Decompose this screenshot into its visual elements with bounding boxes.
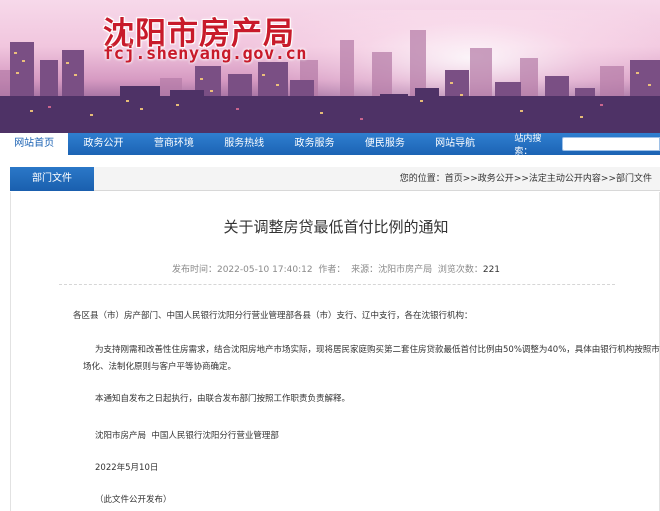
- author-label: 作者：: [318, 265, 346, 275]
- section-tab-department-documents[interactable]: 部门文件: [10, 167, 94, 191]
- nav-item-government-services[interactable]: 政务服务: [279, 133, 349, 155]
- article-paragraph-addressees: 各区县（市）房产部门、中国人民银行沈阳分行营业管理部各县（市）支行、辽中支行，各…: [73, 311, 473, 321]
- breadcrumb: 您的位置：首页>>政务公开>>法定主动公开内容>>部门文件: [400, 167, 652, 191]
- site-banner: 沈阳市房产局 fcj.shenyang.gov.cn: [0, 0, 660, 133]
- source-label: 来源：: [351, 265, 379, 275]
- views-label: 浏览次数：: [437, 265, 483, 275]
- source: 沈阳市房产局: [378, 265, 433, 275]
- site-url: fcj.shenyang.gov.cn: [103, 44, 307, 64]
- breadcrumb-prefix: 您的位置：: [399, 174, 445, 184]
- article-paragraph-effective: 本通知自发布之日起执行，由联合发布部门按照工作职责负责解释。: [95, 394, 351, 404]
- breadcrumb-government-affairs-link[interactable]: >>政务公开: [463, 174, 514, 184]
- breadcrumb-home-link[interactable]: 首页: [445, 174, 463, 184]
- nav-item-business-environment[interactable]: 营商环境: [139, 133, 209, 155]
- article-disclosure-note: （此文件公开发布）: [95, 495, 172, 505]
- breadcrumb-statutory-disclosure-link[interactable]: >>法定主动公开内容: [514, 174, 601, 184]
- city-skyline-image: [0, 30, 660, 133]
- article-paragraph-body-line2: 场化、法制化原则与客户平等协商确定。: [83, 362, 237, 372]
- nav-item-convenience-services[interactable]: 便民服务: [350, 133, 420, 155]
- main-nav: 网站首页 政务公开 营商环境 服务热线 政务服务 便民服务 网站导航 站内搜索：: [0, 133, 660, 157]
- nav-item-home[interactable]: 网站首页: [0, 133, 69, 155]
- article-paragraph-body-line1: 为支持刚需和改善性住房需求，结合沈阳房地产市场实际，现将居民家庭购买第二套住房贷…: [95, 345, 660, 355]
- article-meta: 发布时间：2022-05-10 17:40:12 作者： 来源：沈阳市房产局 浏…: [11, 262, 660, 275]
- meta-divider: [59, 284, 615, 285]
- article-title: 关于调整房贷最低首付比例的通知: [223, 218, 449, 236]
- views-count: 221: [482, 265, 501, 275]
- publish-time: 2022-05-10 17:40:12: [216, 265, 313, 275]
- site-search-label: 站内搜索：: [514, 134, 542, 157]
- article-date: 2022年5月10日: [95, 463, 159, 473]
- site-search-input[interactable]: [562, 137, 660, 151]
- article-signatories: 沈阳市房产局 中国人民银行沈阳分行营业管理部: [95, 431, 279, 441]
- breadcrumb-department-documents-link[interactable]: >>部门文件: [601, 174, 652, 184]
- publish-time-label: 发布时间：: [171, 265, 217, 275]
- article-content: 关于调整房贷最低首付比例的通知 发布时间：2022-05-10 17:40:12…: [10, 192, 660, 511]
- nav-item-site-navigation[interactable]: 网站导航: [420, 133, 490, 155]
- nav-item-government-affairs[interactable]: 政务公开: [68, 133, 138, 155]
- nav-item-service-hotline[interactable]: 服务热线: [209, 133, 279, 155]
- section-header: 部门文件 您的位置：首页>>政务公开>>法定主动公开内容>>部门文件: [10, 167, 660, 191]
